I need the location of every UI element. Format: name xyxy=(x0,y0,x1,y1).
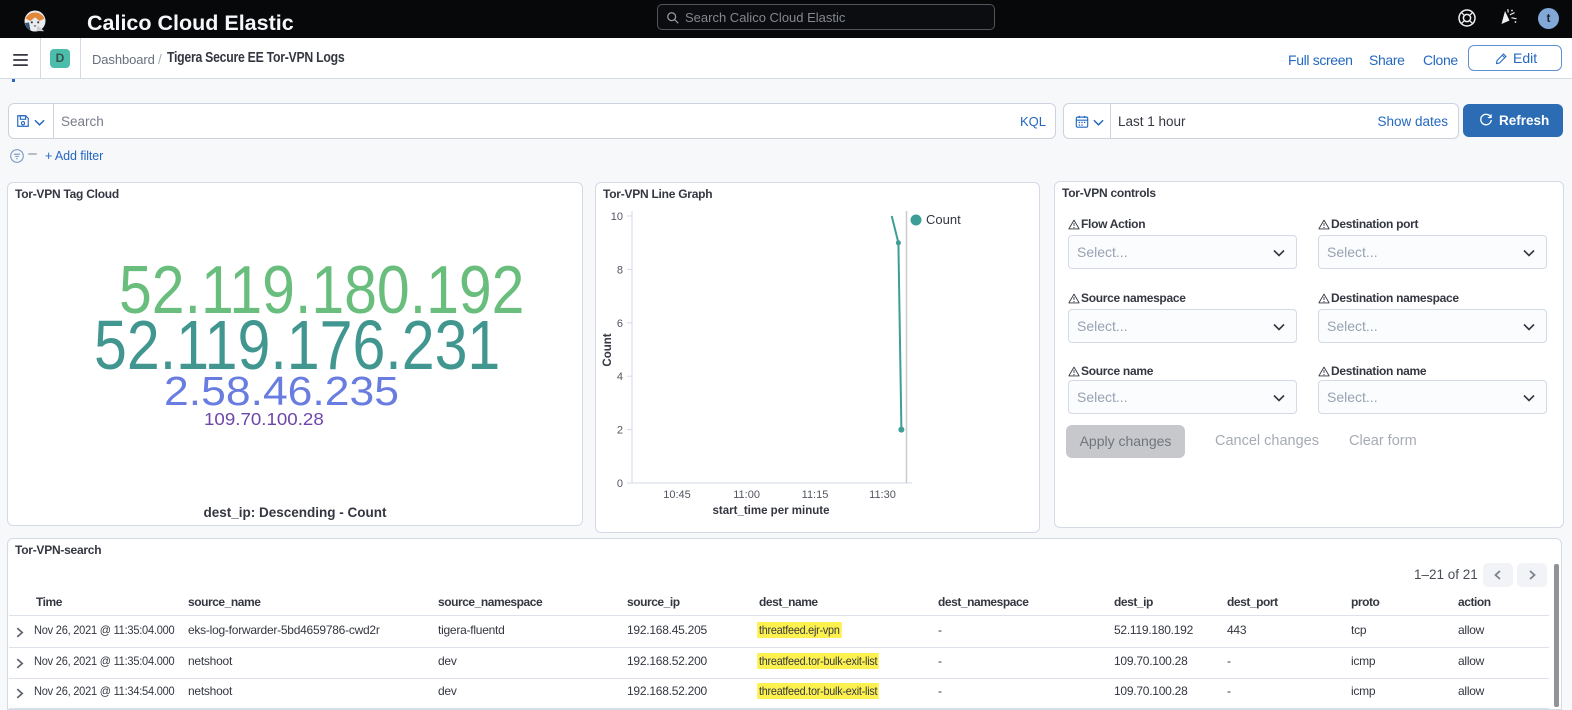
svg-text:10:45: 10:45 xyxy=(663,489,691,501)
svg-text:11:15: 11:15 xyxy=(802,489,829,501)
svg-text:11:00: 11:00 xyxy=(733,489,760,501)
svg-text:11:30: 11:30 xyxy=(869,489,896,501)
svg-text:2: 2 xyxy=(617,425,623,437)
svg-text:Count: Count xyxy=(602,333,614,366)
svg-text:Count: Count xyxy=(926,212,961,227)
svg-text:6: 6 xyxy=(617,318,623,330)
svg-text:10: 10 xyxy=(611,211,623,223)
svg-text:start_time per minute: start_time per minute xyxy=(713,505,830,517)
svg-text:4: 4 xyxy=(617,371,623,383)
svg-text:8: 8 xyxy=(617,264,623,276)
svg-text:0: 0 xyxy=(617,478,623,490)
